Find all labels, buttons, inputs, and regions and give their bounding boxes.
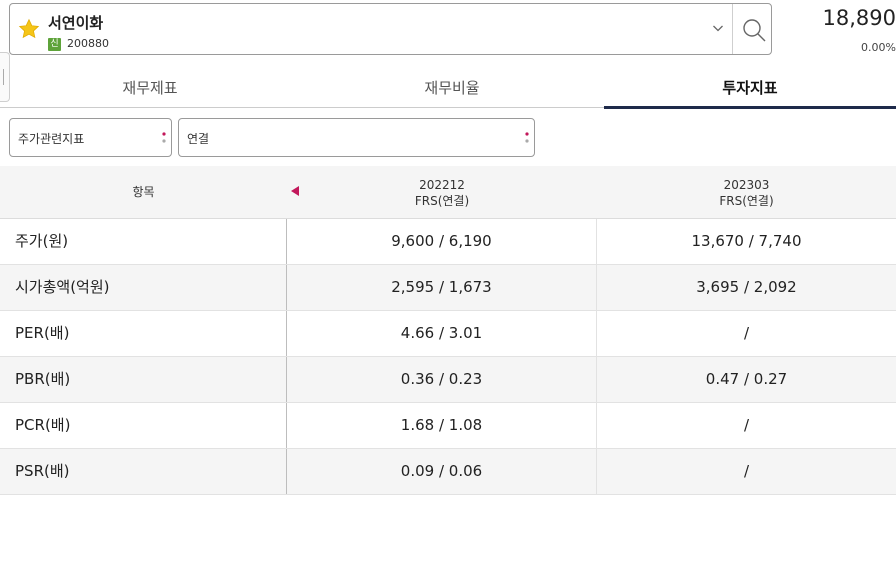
row-value: 2,595 / 1,673 xyxy=(287,265,597,310)
indicator-select[interactable]: 주가관련지표 xyxy=(9,118,172,157)
row-value: 9,600 / 6,190 xyxy=(287,219,597,264)
row-value: 0.09 / 0.06 xyxy=(287,449,597,494)
row-value: 1.68 / 1.08 xyxy=(287,403,597,448)
star-icon[interactable] xyxy=(18,18,40,40)
search-divider xyxy=(732,4,733,54)
row-value: 13,670 / 7,740 xyxy=(691,232,802,250)
investment-indicator-table: 항목 202212 FRS(연결) 202303 FRS(연결) 주가(원) 9… xyxy=(0,166,896,495)
table-row: PER(배) 4.66 / 3.01 / xyxy=(0,311,896,357)
stock-code: 200880 xyxy=(67,37,109,50)
header-col-202303: 202303 FRS(연결) xyxy=(597,166,896,219)
price-change-rate: 0.00% xyxy=(861,41,896,54)
tab-financial-ratios[interactable]: 재무비율 xyxy=(302,68,602,108)
header-basis: FRS(연결) xyxy=(414,194,470,208)
chevron-down-icon[interactable] xyxy=(712,22,724,34)
row-value: / xyxy=(743,462,750,480)
select-dots-icon xyxy=(162,132,166,143)
basis-select-value: 연결 xyxy=(187,132,210,146)
select-dots-icon xyxy=(525,132,529,143)
basis-select[interactable]: 연결 xyxy=(178,118,535,157)
search-icon[interactable] xyxy=(741,17,767,43)
table-row: PCR(배) 1.68 / 1.08 / xyxy=(0,403,896,449)
row-value: 4.66 / 3.01 xyxy=(287,311,597,356)
table-row: 주가(원) 9,600 / 6,190 13,670 / 7,740 xyxy=(0,219,896,265)
row-value: / xyxy=(743,416,750,434)
table-header: 항목 202212 FRS(연결) 202303 FRS(연결) xyxy=(0,166,896,219)
header-col-202212: 202212 FRS(연결) xyxy=(287,166,597,219)
stock-name: 서연이화 xyxy=(48,14,104,32)
table-row: PSR(배) 0.09 / 0.06 / xyxy=(0,449,896,495)
row-value: 3,695 / 2,092 xyxy=(696,278,797,296)
header-period: 202303 xyxy=(723,178,770,192)
row-label: 시가총액(억원) xyxy=(0,265,287,310)
stock-search-box[interactable]: 서연이화 신 200880 xyxy=(9,3,772,55)
tab-investment-indicators[interactable]: 투자지표 xyxy=(604,68,896,109)
row-label: PER(배) xyxy=(0,311,287,356)
row-value: / xyxy=(743,324,750,342)
row-label: PCR(배) xyxy=(0,403,287,448)
credit-badge: 신 xyxy=(48,38,61,51)
header-period: 202212 xyxy=(419,178,465,192)
header-item: 항목 xyxy=(132,185,155,199)
row-label: 주가(원) xyxy=(0,219,287,264)
row-label: PBR(배) xyxy=(0,357,287,402)
indicator-select-value: 주가관련지표 xyxy=(18,132,85,146)
table-row: 시가총액(억원) 2,595 / 1,673 3,695 / 2,092 xyxy=(0,265,896,311)
row-label: PSR(배) xyxy=(0,449,287,494)
table-row: PBR(배) 0.36 / 0.23 0.47 / 0.27 xyxy=(0,357,896,403)
row-value: 0.47 / 0.27 xyxy=(705,370,788,388)
row-value: 0.36 / 0.23 xyxy=(287,357,597,402)
tab-financial-statements[interactable]: 재무제표 xyxy=(0,68,300,108)
header-basis: FRS(연결) xyxy=(719,194,774,208)
current-price: 18,890 xyxy=(822,6,896,30)
tab-bar: 재무제표 재무비율 투자지표 xyxy=(0,68,896,109)
